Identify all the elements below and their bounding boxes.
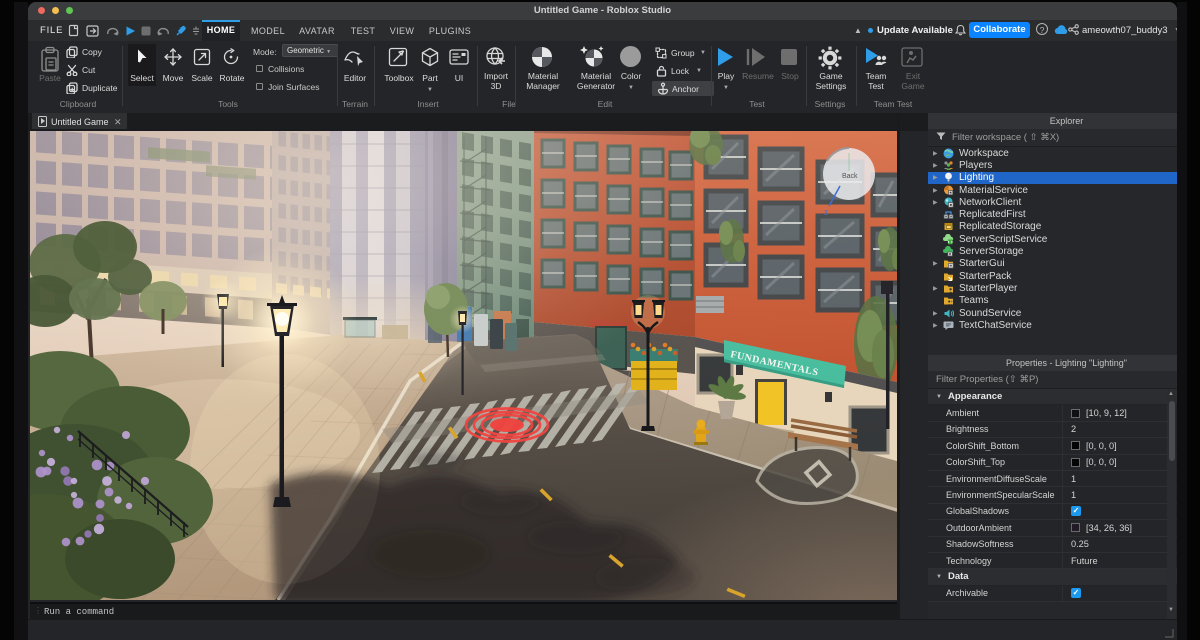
svg-text:Back: Back (842, 173, 858, 180)
svg-text:z: z (824, 208, 828, 217)
